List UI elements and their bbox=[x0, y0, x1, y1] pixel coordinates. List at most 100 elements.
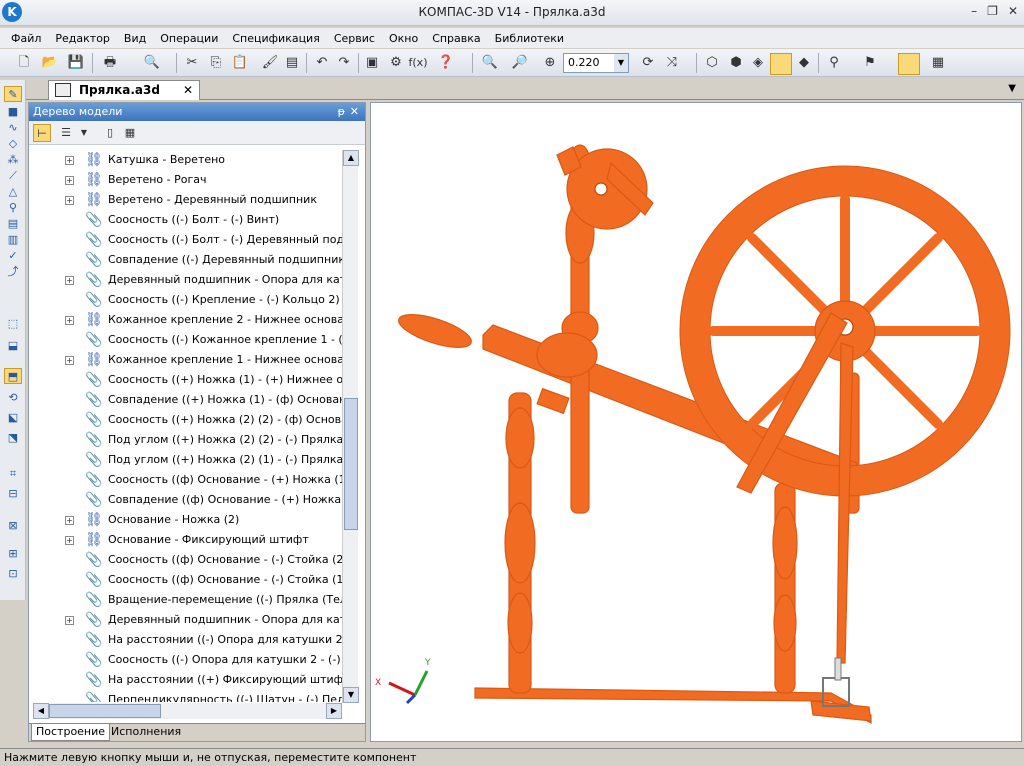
tree-row[interactable]: 📎 Соосность ((+) Ножка (1) - (+) Нижнее о… bbox=[33, 370, 344, 390]
tree-row[interactable]: + 📎 Деревянный подшипник - Опора для катуш… bbox=[33, 270, 344, 290]
tree-row[interactable]: 📎 Соосность ((ф) Основание - (-) Стойка (… bbox=[33, 570, 344, 590]
copy-icon[interactable]: ⎘ bbox=[206, 53, 226, 73]
zoom-select[interactable]: 0.220 ▼ bbox=[563, 53, 629, 73]
zoom-fit-icon[interactable]: 🔎 bbox=[510, 53, 530, 73]
tree-row[interactable]: 📎 Соосность ((-) Болт - (-) Винт) bbox=[33, 210, 344, 230]
open-file-icon[interactable]: 📂 bbox=[40, 53, 60, 73]
library-icon[interactable]: ⚙ bbox=[386, 53, 406, 73]
undo-icon[interactable]: ↶ bbox=[312, 53, 332, 73]
horizontal-scrollbar[interactable]: ◀ ▶ bbox=[33, 703, 342, 719]
expand-icon[interactable]: + bbox=[65, 196, 74, 205]
hscroll-thumb[interactable] bbox=[49, 704, 161, 718]
tree-row[interactable]: + ⛓ Основание - Фиксирующий штифт bbox=[33, 530, 344, 550]
insert-icon[interactable]: ⬓ bbox=[4, 338, 22, 354]
tree-row[interactable]: + ⛓ Веретено - Рогач bbox=[33, 170, 344, 190]
expand-icon[interactable]: + bbox=[65, 616, 74, 625]
move-component-icon[interactable]: ⬒ bbox=[4, 368, 22, 384]
shaded-edges-button[interactable] bbox=[770, 53, 792, 75]
spec-left-icon[interactable]: ▤ bbox=[4, 216, 22, 232]
list-icon[interactable]: ▤ bbox=[282, 53, 302, 73]
menu-specification[interactable]: Спецификация bbox=[225, 32, 326, 45]
vertical-scrollbar[interactable]: ▲ ▼ bbox=[342, 150, 359, 703]
tree-spec-icon[interactable]: ▦ bbox=[121, 124, 139, 142]
tree-row[interactable]: 📎 Совпадение ((-) Деревянный подшипник - … bbox=[33, 250, 344, 270]
tree-row[interactable]: 📎 Соосность ((-) Болт - (-) Деревянный по… bbox=[33, 230, 344, 250]
measure-icon[interactable]: △ bbox=[4, 184, 22, 200]
tree-row[interactable]: 📎 Соосность ((ф) Основание - (-) Стойка (… bbox=[33, 550, 344, 570]
close-tab-button[interactable]: ✕ bbox=[183, 81, 193, 99]
menu-libraries[interactable]: Библиотеки bbox=[488, 32, 571, 45]
tree-row[interactable]: 📎 Соосность ((-) Кожанное крепление 1 - (… bbox=[33, 330, 344, 350]
menu-file[interactable]: Файл bbox=[4, 32, 48, 45]
wireframe-icon[interactable]: ⬡ bbox=[702, 53, 722, 73]
tree-row[interactable]: 📎 Соосность ((ф) Основание - (+) Ножка (1… bbox=[33, 470, 344, 490]
manager-icon[interactable]: ▣ bbox=[362, 53, 382, 73]
scroll-right-icon[interactable]: ▶ bbox=[326, 703, 342, 719]
surface-icon[interactable]: ◇ bbox=[4, 136, 22, 152]
zoom-in-icon[interactable]: ⊕ bbox=[540, 53, 560, 73]
array-icon[interactable]: ⁂ bbox=[4, 152, 22, 168]
tree-row[interactable]: 📎 Под углом ((+) Ножка (2) (2) - (-) Прял… bbox=[33, 430, 344, 450]
bend-icon[interactable]: ⤴ bbox=[4, 264, 22, 280]
section-icon[interactable]: ⊟ bbox=[4, 486, 22, 502]
close-panel-button[interactable]: ✕ bbox=[350, 103, 359, 121]
tree-row[interactable]: + ⛓ Основание - Ножка (2) bbox=[33, 510, 344, 530]
expand-icon[interactable]: + bbox=[65, 316, 74, 325]
expand-icon[interactable]: + bbox=[65, 536, 74, 545]
tree-row[interactable]: 📎 Соосность ((-) Опора для катушки 2 - (-… bbox=[33, 650, 344, 670]
tree-row[interactable]: 📎 Соосность ((-) Крепление - (-) Кольцо 2… bbox=[33, 290, 344, 310]
rotate-component-icon[interactable]: ⟲ bbox=[4, 390, 22, 406]
cut-icon[interactable]: ✂ bbox=[182, 53, 202, 73]
menu-service[interactable]: Сервис bbox=[327, 32, 382, 45]
chevron-down-icon[interactable]: ▼ bbox=[75, 124, 93, 142]
tree-row[interactable]: + ⛓ Кожанное крепление 2 - Нижнее основани… bbox=[33, 310, 344, 330]
menu-window[interactable]: Окно bbox=[382, 32, 425, 45]
spec-icon[interactable]: ▦ bbox=[928, 53, 948, 73]
tree-structure-icon[interactable]: ⊢ bbox=[33, 124, 51, 142]
orient-icon[interactable]: ⤨ bbox=[662, 53, 682, 73]
tree-row[interactable]: 📎 Совпадение ((ф) Основание - (+) Ножка (… bbox=[33, 490, 344, 510]
scroll-thumb[interactable] bbox=[344, 398, 358, 530]
report-icon[interactable]: ▥ bbox=[4, 232, 22, 248]
tab-construction[interactable]: Построение bbox=[31, 724, 111, 741]
expand-icon[interactable]: + bbox=[65, 156, 74, 165]
expand-icon[interactable]: + bbox=[65, 276, 74, 285]
edit-assembly-icon[interactable]: ✎ bbox=[4, 86, 22, 102]
shaded-icon[interactable]: ◈ bbox=[748, 53, 768, 73]
tree-row[interactable]: 📎 Совпадение ((+) Ножка (1) - (ф) Основан… bbox=[33, 390, 344, 410]
catalog-icon[interactable]: ⊡ bbox=[4, 566, 22, 582]
tree-list-icon[interactable]: ☰ bbox=[57, 124, 75, 142]
new-document-icon[interactable]: 🗋 bbox=[14, 53, 34, 73]
perspective-icon[interactable]: ◆ bbox=[794, 53, 814, 73]
mate-2-icon[interactable]: ⬔ bbox=[4, 430, 22, 446]
scroll-up-icon[interactable]: ▲ bbox=[343, 150, 359, 166]
explode-icon[interactable]: ⌗ bbox=[4, 466, 22, 482]
snap-icon[interactable]: ⚑ bbox=[860, 53, 880, 73]
redo-icon[interactable]: ↷ bbox=[334, 53, 354, 73]
tree-row[interactable]: + 📎 Деревянный подшипник - Опора для катуш… bbox=[33, 610, 344, 630]
tree-props-icon[interactable]: ▯ bbox=[101, 124, 119, 142]
filter-left-icon[interactable]: ⚲ bbox=[4, 200, 22, 216]
tree-row[interactable]: 📎 Вращение-перемещение ((-) Прялка (Тел-0… bbox=[33, 590, 344, 610]
expand-icon[interactable]: + bbox=[65, 516, 74, 525]
menu-view[interactable]: Вид bbox=[117, 32, 153, 45]
tree-row[interactable]: + ⛓ Катушка - Веретено bbox=[33, 150, 344, 170]
save-icon[interactable]: 💾 bbox=[66, 53, 86, 73]
chevron-down-icon[interactable]: ▼ bbox=[614, 54, 628, 72]
help-pointer-icon[interactable]: ❓ bbox=[436, 53, 456, 73]
expand-icon[interactable]: + bbox=[65, 176, 74, 185]
tab-document[interactable]: Прялка.a3d ✕ bbox=[48, 80, 200, 100]
properties-brush-icon[interactable]: 🖌 bbox=[260, 53, 280, 73]
tree-row[interactable]: + ⛓ Веретено - Деревянный подшипник bbox=[33, 190, 344, 210]
rotate-icon[interactable]: ⟳ bbox=[638, 53, 658, 73]
tree-row[interactable]: + ⛓ Кожанное крепление 1 - Нижнее основани… bbox=[33, 350, 344, 370]
print-preview-icon[interactable]: 🔍 bbox=[142, 53, 162, 73]
filter-icon[interactable]: ⚲ bbox=[824, 53, 844, 73]
solid-icon[interactable]: ■ bbox=[4, 104, 22, 120]
component-icon[interactable]: ⬚ bbox=[4, 316, 22, 332]
menu-edit[interactable]: Редактор bbox=[48, 32, 117, 45]
chevron-down-icon[interactable]: ▼ bbox=[1008, 83, 1016, 94]
close-window-button[interactable]: ✕ bbox=[1008, 4, 1018, 18]
tab-executions[interactable]: Исполнения bbox=[107, 724, 185, 741]
hidden-lines-icon[interactable]: ⬢ bbox=[726, 53, 746, 73]
